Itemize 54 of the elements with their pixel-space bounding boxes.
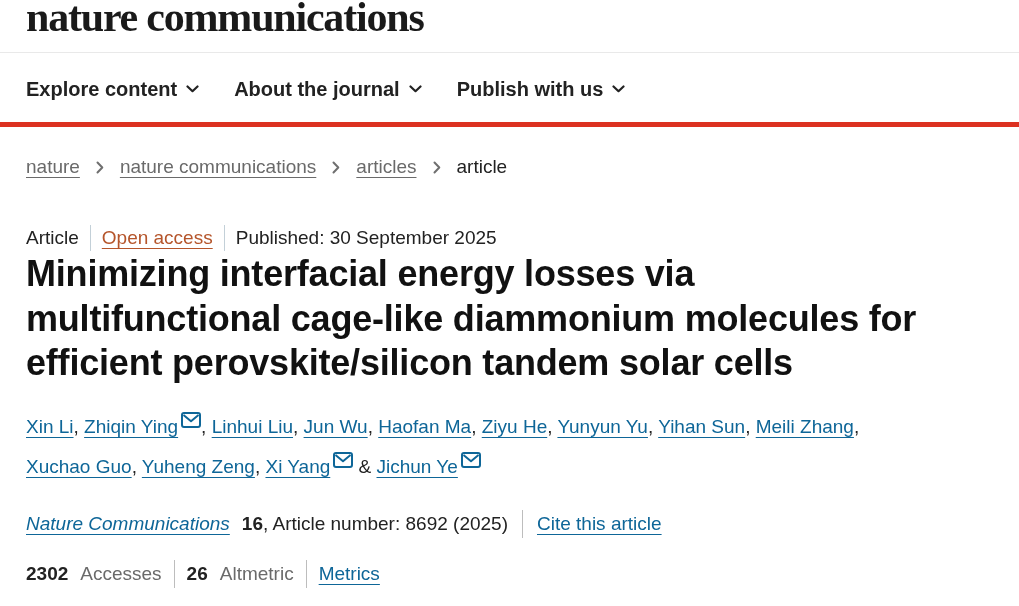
journal-logo[interactable]: nature communications <box>26 0 424 34</box>
author-separator: , <box>547 415 554 437</box>
author-link[interactable]: Jun Wu <box>303 415 368 437</box>
breadcrumb-link[interactable]: articles <box>356 155 417 179</box>
chevron-down-icon[interactable] <box>186 84 200 93</box>
metric-count: 26 <box>186 561 208 586</box>
author-link[interactable]: Linhui Liu <box>211 415 293 437</box>
author-separator: , <box>367 415 374 437</box>
author-separator: , <box>745 415 752 437</box>
metric-count: 2302 <box>26 561 69 586</box>
article-title: Minimizing interfacial energy losses via multifunctional cage-like diammonium molecules for efficient perovskite/silicon tandem solar cells <box>26 252 918 385</box>
author-link[interactable]: Haofan Ma <box>378 415 472 437</box>
author-link[interactable]: Xin Li <box>26 415 74 437</box>
metric-caption: Accesses <box>80 561 162 586</box>
chevron-right-icon <box>95 160 104 174</box>
metrics-link[interactable]: Metrics <box>318 559 380 588</box>
journal-link[interactable]: Nature Communications <box>26 509 230 538</box>
author-separator: , <box>73 415 80 437</box>
cite-article-link[interactable]: Cite this article <box>537 509 662 538</box>
published-date: Published: 30 September 2025 <box>235 226 497 250</box>
chevron-right-icon <box>332 160 341 174</box>
nav-menu-button[interactable]: About the journal <box>234 75 422 102</box>
breadcrumb-current: article <box>456 155 508 179</box>
author-link[interactable]: Ziyu He <box>481 415 548 437</box>
breadcrumb-link[interactable]: nature communications <box>119 155 317 179</box>
email-icon[interactable] <box>460 451 481 468</box>
author-separator: , <box>647 415 655 437</box>
nav-menu-button[interactable]: Explore content <box>26 75 200 102</box>
author-link[interactable]: Meili Zhang <box>755 415 854 437</box>
metric-caption: Altmetric <box>219 561 294 586</box>
author-link[interactable]: Yuheng Zeng <box>141 455 255 477</box>
chevron-down-icon[interactable] <box>612 84 626 93</box>
author-link[interactable]: Yihan Sun <box>658 415 746 437</box>
author-link[interactable]: Jichun Ye <box>376 455 458 477</box>
citation-details: 16, Article number: 8692 (2025) <box>241 511 508 536</box>
article-type: Article <box>26 226 79 250</box>
nav-menu-button[interactable]: Publish with us <box>456 75 626 102</box>
open-access-link[interactable]: Open access <box>101 226 213 250</box>
author-link[interactable]: Xi Yang <box>265 455 331 477</box>
breadcrumb-link[interactable]: nature <box>26 155 80 179</box>
email-icon[interactable] <box>333 451 354 468</box>
author-separator: , <box>254 455 262 477</box>
email-icon[interactable] <box>181 411 202 428</box>
author-link[interactable]: Xuchao Guo <box>26 455 132 477</box>
author-separator: , <box>201 415 208 437</box>
chevron-right-icon <box>432 160 441 174</box>
author-link[interactable]: Zhiqin Ying <box>84 415 179 437</box>
author-separator: , <box>293 415 300 437</box>
author-link[interactable]: Yunyun Yu <box>557 415 648 437</box>
author-separator: & <box>357 455 373 477</box>
author-separator: , <box>853 415 860 437</box>
chevron-down-icon[interactable] <box>408 84 422 93</box>
author-separator: , <box>131 455 138 477</box>
author-separator: , <box>471 415 478 437</box>
